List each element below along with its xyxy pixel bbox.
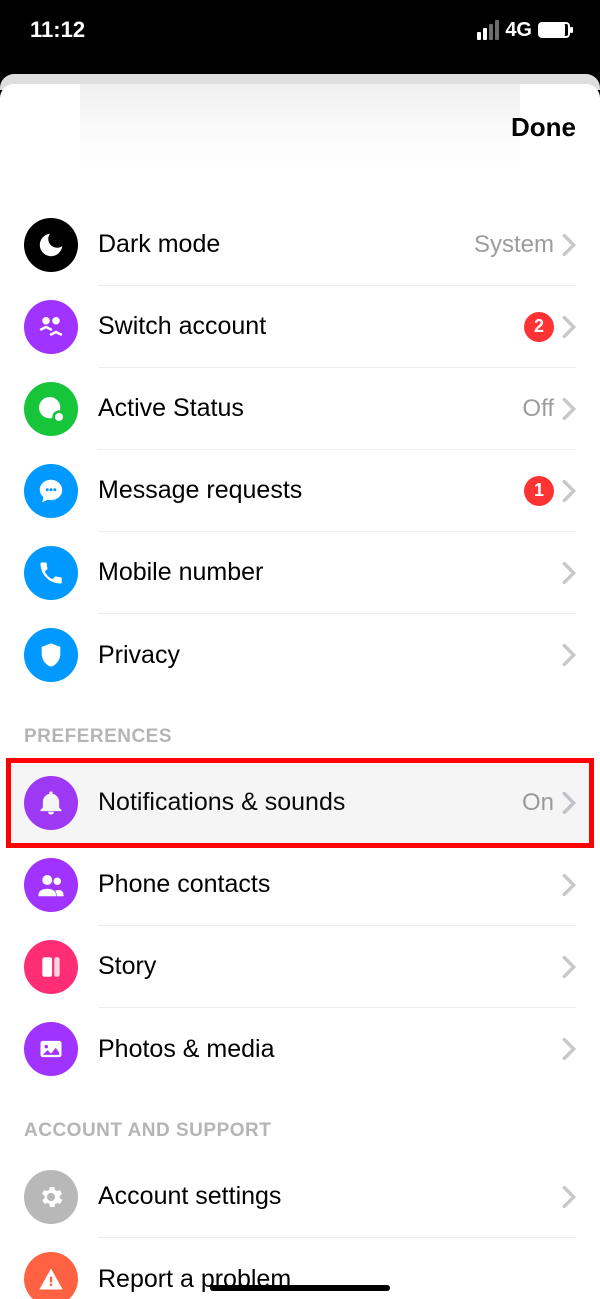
section-header-preferences: PREFERENCES [0,696,600,762]
row-label: Account settings [98,1182,562,1211]
row-label: Story [98,952,562,981]
chevron-right-icon [562,1038,576,1060]
row-switch-account[interactable]: Switch account 2 [0,286,600,368]
row-privacy[interactable]: Privacy [0,614,600,696]
moon-icon [24,218,78,272]
row-dark-mode[interactable]: Dark mode System [0,204,600,286]
chevron-right-icon [562,398,576,420]
row-story[interactable]: Story [0,926,600,1008]
chevron-right-icon [562,644,576,666]
badge: 1 [524,476,554,506]
chevron-right-icon [562,316,576,338]
bell-icon [24,776,78,830]
row-label: Switch account [98,312,524,341]
row-photos-media[interactable]: Photos & media [0,1008,600,1090]
photo-icon [24,1022,78,1076]
row-label: Notifications & sounds [98,788,522,817]
chevron-right-icon [562,956,576,978]
chevron-right-icon [562,792,576,814]
row-value: Off [522,395,554,423]
row-label: Active Status [98,394,522,423]
chevron-right-icon [562,874,576,896]
header-blur [80,84,520,174]
row-value: System [474,231,554,259]
phone-icon [24,546,78,600]
row-label: Message requests [98,476,524,505]
settings-sheet: Done Dark mode System Switch account 2 [0,84,600,1299]
row-phone-contacts[interactable]: Phone contacts [0,844,600,926]
gear-icon [24,1170,78,1224]
battery-icon [538,22,570,38]
row-message-requests[interactable]: Message requests 1 [0,450,600,532]
row-mobile-number[interactable]: Mobile number [0,532,600,614]
status-indicators: 4G [477,19,570,42]
shield-icon [24,628,78,682]
active-status-icon [24,382,78,436]
chat-icon [24,464,78,518]
badge: 2 [524,312,554,342]
row-notifications-sounds[interactable]: Notifications & sounds On [0,762,600,844]
row-label: Privacy [98,641,562,670]
signal-icon [477,20,499,40]
status-bar: 11:12 4G [0,0,600,60]
row-active-status[interactable]: Active Status Off [0,368,600,450]
chevron-right-icon [562,562,576,584]
row-account-settings[interactable]: Account settings [0,1156,600,1238]
settings-list: Dark mode System Switch account 2 Active… [0,204,600,1299]
row-label: Phone contacts [98,870,562,899]
chevron-right-icon [562,480,576,502]
network-label: 4G [505,19,532,42]
chevron-right-icon [562,1186,576,1208]
status-time: 11:12 [30,17,85,43]
switch-account-icon [24,300,78,354]
home-indicator [210,1285,390,1291]
chevron-right-icon [562,234,576,256]
story-icon [24,940,78,994]
contacts-icon [24,858,78,912]
row-value: On [522,789,554,817]
section-header-account: ACCOUNT AND SUPPORT [0,1090,600,1156]
row-label: Photos & media [98,1035,562,1064]
row-label: Dark mode [98,230,474,259]
row-label: Mobile number [98,558,562,587]
warning-icon [24,1252,78,1299]
done-button[interactable]: Done [511,112,576,143]
